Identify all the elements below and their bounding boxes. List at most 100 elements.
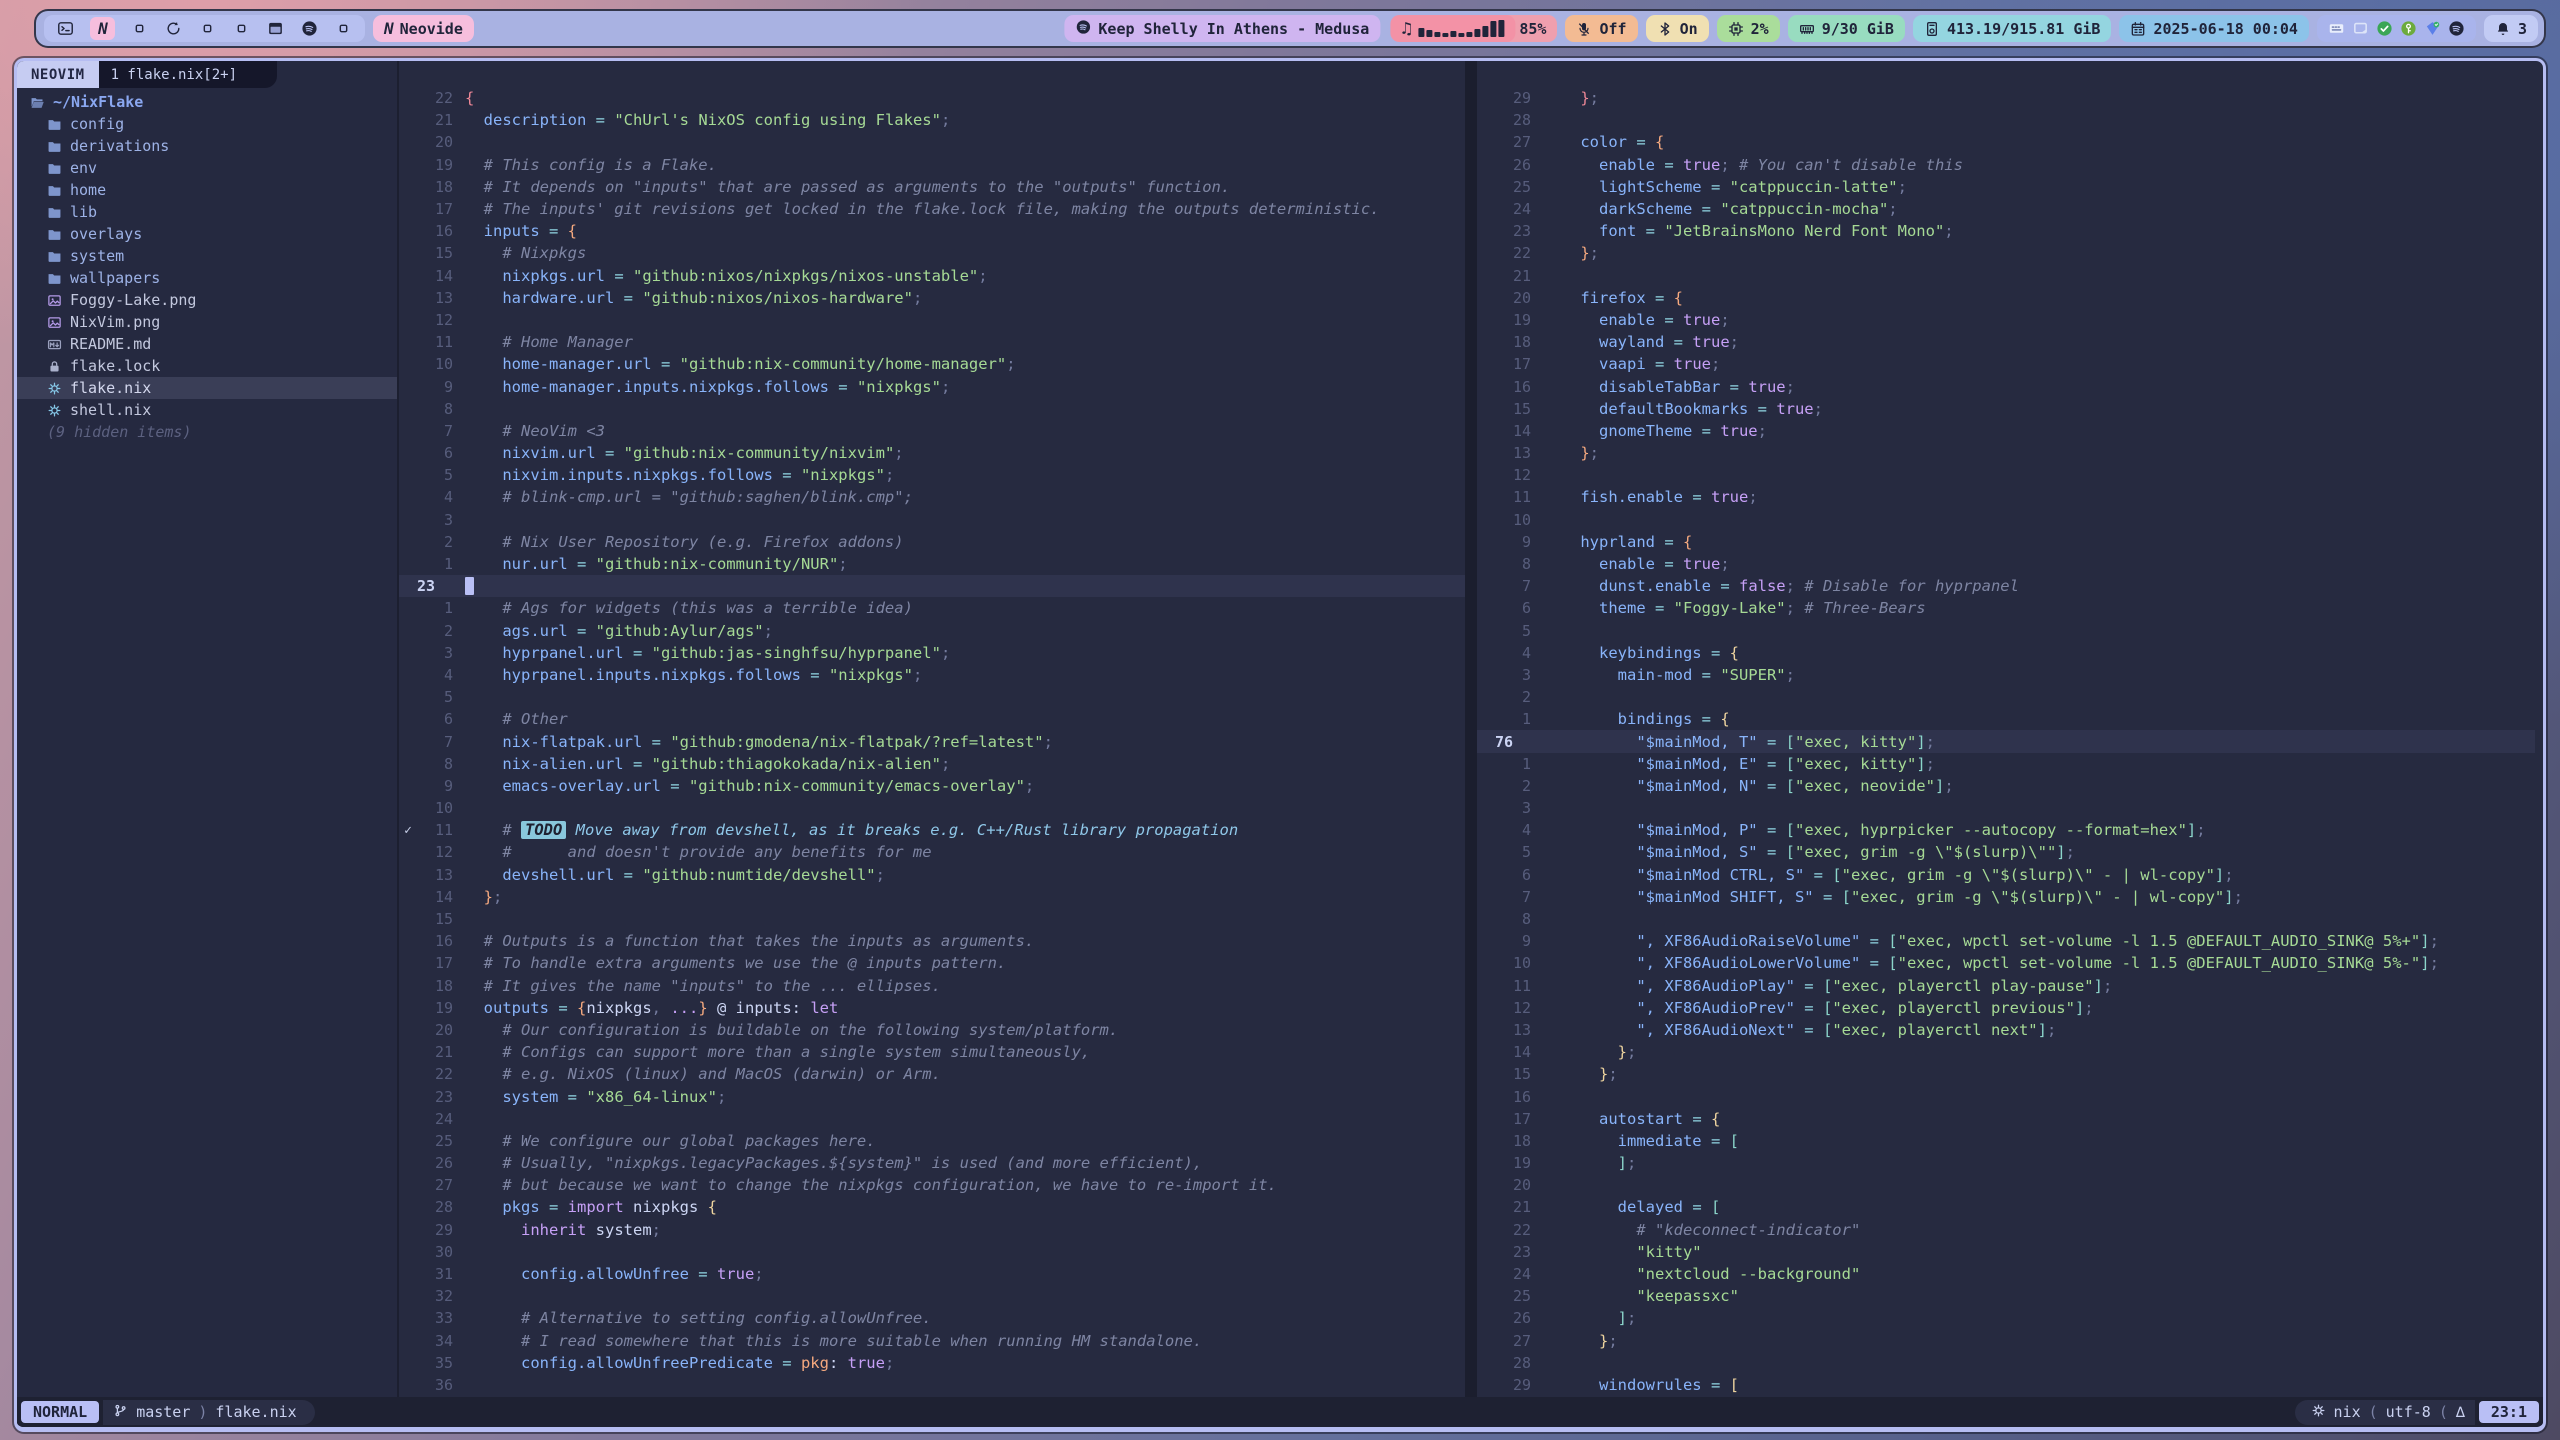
code-line[interactable]: 23 "kitty" bbox=[1477, 1241, 2535, 1263]
active-window-pill[interactable]: N Neovide bbox=[373, 15, 474, 42]
code-line[interactable]: 26 # Usually, "nixpkgs.legacyPackages.${… bbox=[399, 1152, 1465, 1174]
code-line[interactable]: 17 vaapi = true; bbox=[1477, 353, 2535, 375]
code-line[interactable]: 18 wayland = true; bbox=[1477, 331, 2535, 353]
code-line[interactable]: 25 lightScheme = "catppuccin-latte"; bbox=[1477, 176, 2535, 198]
code-line[interactable]: 7 # NeoVim <3 bbox=[399, 420, 1465, 442]
tree-item-home[interactable]: home bbox=[17, 179, 397, 201]
code-line[interactable]: 20 firefox = { bbox=[1477, 287, 2535, 309]
editor-pane-left[interactable]: 22{21 description = "ChUrl's NixOS confi… bbox=[399, 61, 1477, 1427]
cpu-indicator[interactable]: 2% bbox=[1717, 15, 1780, 42]
code-line[interactable]: 20 # Our configuration is buildable on t… bbox=[399, 1019, 1465, 1041]
code-line[interactable]: 22 }; bbox=[1477, 242, 2535, 264]
code-line[interactable]: 16 # Outputs is a function that takes th… bbox=[399, 930, 1465, 952]
code-line[interactable]: 16 inputs = { bbox=[399, 220, 1465, 242]
code-line[interactable]: 19 enable = true; bbox=[1477, 309, 2535, 331]
code-line[interactable]: 17 # The inputs' git revisions get locke… bbox=[399, 198, 1465, 220]
workspace-6-empty[interactable] bbox=[232, 19, 251, 38]
code-line[interactable]: 9 home-manager.inputs.nixpkgs.follows = … bbox=[399, 375, 1465, 397]
code-line[interactable]: 10 bbox=[1477, 509, 2535, 531]
clock-indicator[interactable]: 2025-06-18 00:04 bbox=[2119, 15, 2309, 42]
notifications-pill[interactable]: 3 bbox=[2484, 15, 2538, 42]
tree-item-system[interactable]: system bbox=[17, 245, 397, 267]
workspace-7-browser[interactable] bbox=[266, 19, 285, 38]
code-line[interactable]: 4 # blink-cmp.url = "github:saghen/blink… bbox=[399, 486, 1465, 508]
code-line[interactable]: 3 bbox=[399, 509, 1465, 531]
code-line[interactable]: 2 "$mainMod, N" = ["exec, neovide"]; bbox=[1477, 775, 2535, 797]
code-line[interactable]: 25 # We configure our global packages he… bbox=[399, 1130, 1465, 1152]
code-line[interactable]: 2 # Nix User Repository (e.g. Firefox ad… bbox=[399, 531, 1465, 553]
code-line[interactable]: 5 bbox=[399, 686, 1465, 708]
code-line[interactable]: 22 # e.g. NixOS (linux) and MacOS (darwi… bbox=[399, 1063, 1465, 1085]
code-line[interactable]: 6 "$mainMod CTRL, S" = ["exec, grim -g \… bbox=[1477, 864, 2535, 886]
code-line[interactable]: 21 delayed = [ bbox=[1477, 1196, 2535, 1218]
code-line[interactable]: 20 bbox=[1477, 1174, 2535, 1196]
code-line[interactable]: 12 bbox=[1477, 464, 2535, 486]
code-line[interactable]: 13 }; bbox=[1477, 442, 2535, 464]
code-line[interactable]: 21 # Configs can support more than a sin… bbox=[399, 1041, 1465, 1063]
code-line[interactable]: 24 bbox=[399, 1108, 1465, 1130]
code-line[interactable]: 28 pkgs = import nixpkgs { bbox=[399, 1196, 1465, 1218]
code-line[interactable]: 4 "$mainMod, P" = ["exec, hyprpicker --a… bbox=[1477, 819, 2535, 841]
code-line[interactable]: 10 home-manager.url = "github:nix-commun… bbox=[399, 353, 1465, 375]
bluetooth-indicator[interactable]: On bbox=[1646, 15, 1709, 42]
code-line[interactable]: 33 # Alternative to setting config.allow… bbox=[399, 1307, 1465, 1329]
code-line[interactable]: 30 bbox=[399, 1241, 1465, 1263]
code-line[interactable]: 1 nur.url = "github:nix-community/NUR"; bbox=[399, 553, 1465, 575]
tree-item-lib[interactable]: lib bbox=[17, 201, 397, 223]
code-line[interactable]: 15 # Nixpkgs bbox=[399, 242, 1465, 264]
code-line[interactable]: 4 keybindings = { bbox=[1477, 642, 2535, 664]
code-line[interactable]: 20 bbox=[399, 131, 1465, 153]
code-line[interactable]: 13 devshell.url = "github:numtide/devshe… bbox=[399, 864, 1465, 886]
system-tray[interactable] bbox=[2317, 15, 2476, 42]
code-line[interactable]: ✓11 # TODO Move away from devshell, as i… bbox=[399, 819, 1465, 841]
code-line[interactable]: 22 # "kdeconnect-indicator" bbox=[1477, 1219, 2535, 1241]
tree-item-Foggy-Lake.png[interactable]: Foggy-Lake.png bbox=[17, 289, 397, 311]
code-line[interactable]: 11 # Home Manager bbox=[399, 331, 1465, 353]
code-line[interactable]: 8 bbox=[399, 398, 1465, 420]
code-line[interactable]: 29 windowrules = [ bbox=[1477, 1374, 2535, 1396]
code-line[interactable]: 19 ]; bbox=[1477, 1152, 2535, 1174]
code-line[interactable]: 26 ]; bbox=[1477, 1307, 2535, 1329]
workspace-1-terminal[interactable] bbox=[56, 19, 75, 38]
code-line[interactable]: 3 main-mod = "SUPER"; bbox=[1477, 664, 2535, 686]
tree-item-derivations[interactable]: derivations bbox=[17, 135, 397, 157]
tree-item-NixVim.png[interactable]: NixVim.png bbox=[17, 311, 397, 333]
memory-indicator[interactable]: 9/30 GiB bbox=[1788, 15, 1905, 42]
code-line[interactable]: 10 bbox=[399, 797, 1465, 819]
code-line[interactable]: 18 # It depends on "inputs" that are pas… bbox=[399, 176, 1465, 198]
code-line[interactable]: 8 nix-alien.url = "github:thiagokokada/n… bbox=[399, 753, 1465, 775]
code-line[interactable]: 5 bbox=[1477, 620, 2535, 642]
code-line[interactable]: 34 # I read somewhere that this is more … bbox=[399, 1330, 1465, 1352]
code-line[interactable]: 28 bbox=[1477, 109, 2535, 131]
code-line[interactable]: 9 hyprland = { bbox=[1477, 531, 2535, 553]
code-line[interactable]: 8 bbox=[1477, 908, 2535, 930]
code-line[interactable]: 15 }; bbox=[1477, 1063, 2535, 1085]
code-line[interactable]: 24 darkScheme = "catppuccin-mocha"; bbox=[1477, 198, 2535, 220]
disk-indicator[interactable]: 413.19/915.81 GiB bbox=[1913, 15, 2112, 42]
tree-item-wallpapers[interactable]: wallpapers bbox=[17, 267, 397, 289]
code-line[interactable]: 6 theme = "Foggy-Lake"; # Three-Bears bbox=[1477, 597, 2535, 619]
code-line[interactable]: 4 hyprpanel.inputs.nixpkgs.follows = "ni… bbox=[399, 664, 1465, 686]
workspace-2-neovim[interactable]: N bbox=[90, 17, 115, 40]
workspace-3-empty[interactable] bbox=[130, 19, 149, 38]
code-line[interactable]: 12 ", XF86AudioPrev" = ["exec, playerctl… bbox=[1477, 997, 2535, 1019]
code-line[interactable]: 9 emacs-overlay.url = "github:nix-commun… bbox=[399, 775, 1465, 797]
code-line[interactable]: 1 bindings = { bbox=[1477, 708, 2535, 730]
microphone-indicator[interactable]: Off bbox=[1565, 15, 1637, 42]
code-line[interactable]: 21 description = "ChUrl's NixOS config u… bbox=[399, 109, 1465, 131]
code-line[interactable]: 15 bbox=[399, 908, 1465, 930]
code-line[interactable]: 10 ", XF86AudioLowerVolume" = ["exec, wp… bbox=[1477, 952, 2535, 974]
code-line[interactable]: 3 hyprpanel.url = "github:jas-singhfsu/h… bbox=[399, 642, 1465, 664]
code-line[interactable]: 14 nixpkgs.url = "github:nixos/nixpkgs/n… bbox=[399, 265, 1465, 287]
cursor-line[interactable]: 23 bbox=[399, 575, 1465, 597]
code-line[interactable]: 24 "nextcloud --background" bbox=[1477, 1263, 2535, 1285]
code-line[interactable]: 9 ", XF86AudioRaiseVolume" = ["exec, wpc… bbox=[1477, 930, 2535, 952]
code-line[interactable]: 19 outputs = {nixpkgs, ...} @ inputs: le… bbox=[399, 997, 1465, 1019]
code-line[interactable]: 14 gnomeTheme = true; bbox=[1477, 420, 2535, 442]
code-line[interactable]: 15 defaultBookmarks = true; bbox=[1477, 398, 2535, 420]
code-line[interactable]: 23 font = "JetBrainsMono Nerd Font Mono"… bbox=[1477, 220, 2535, 242]
code-line[interactable]: 29 inherit system; bbox=[399, 1219, 1465, 1241]
code-line[interactable]: 29 }; bbox=[1477, 87, 2535, 109]
code-line[interactable]: 13 hardware.url = "github:nixos/nixos-ha… bbox=[399, 287, 1465, 309]
code-line[interactable]: 12 bbox=[399, 309, 1465, 331]
